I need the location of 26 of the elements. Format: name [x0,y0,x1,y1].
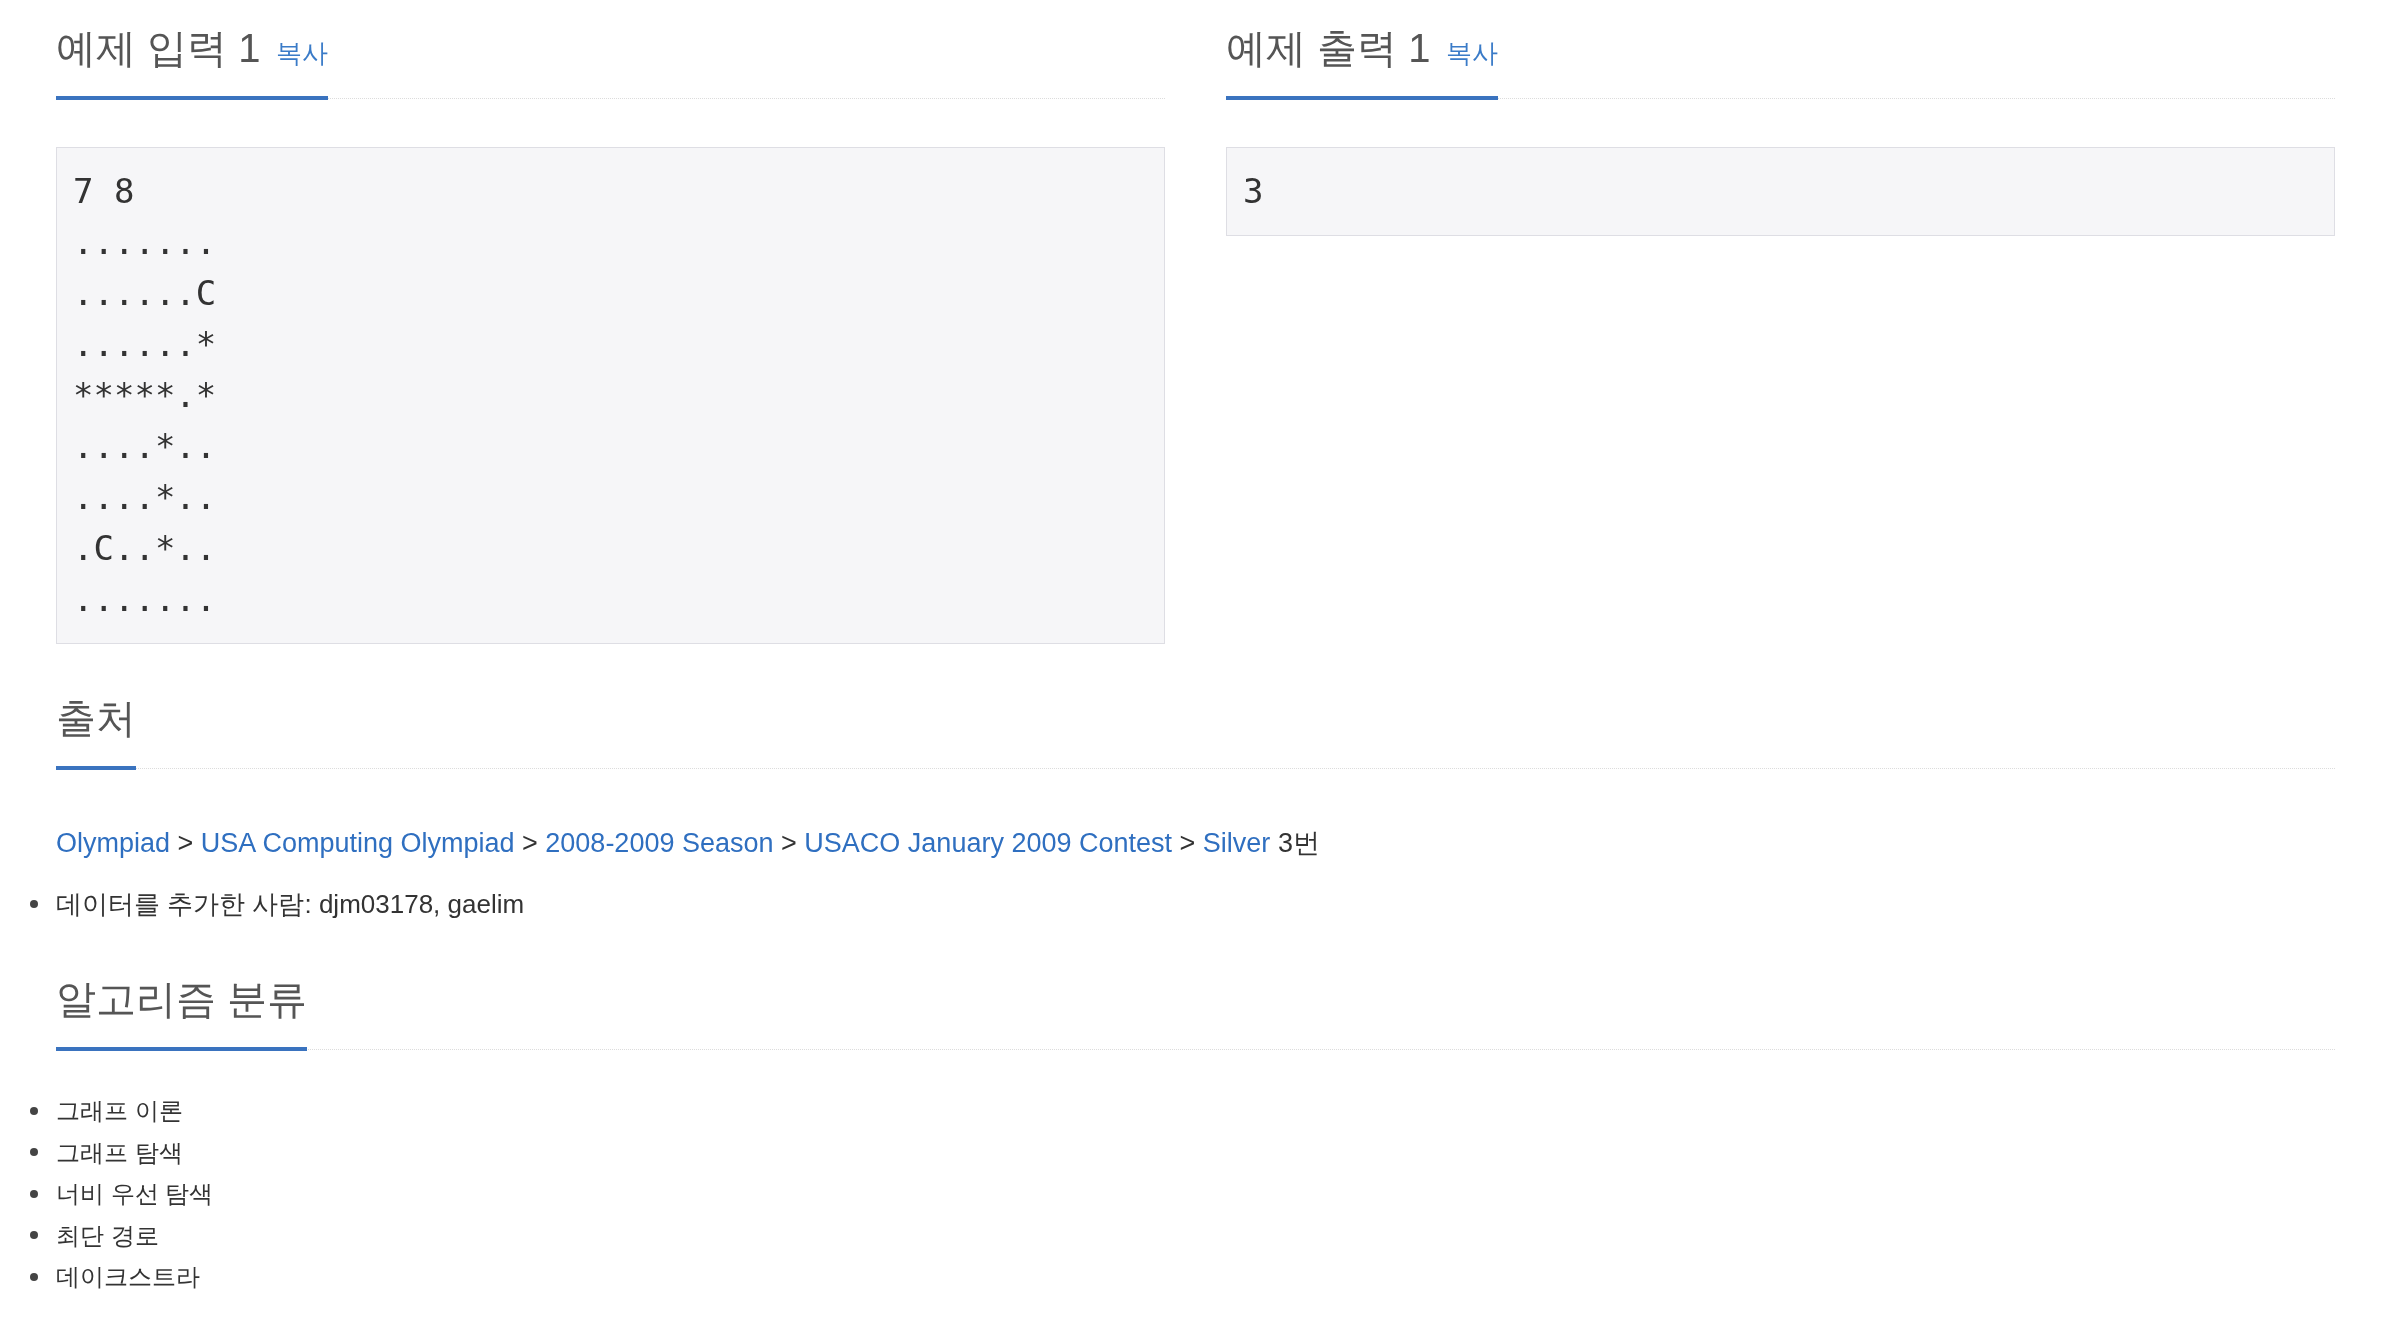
section-title: 알고리즘 분류 [56,976,308,1023]
bullet-icon [30,1106,38,1115]
algorithm-tag: 그래프 탐색 [56,1131,183,1173]
algorithm-tag: 너비 우선 탐색 [56,1173,214,1215]
copy-link[interactable]: 복사 [276,36,329,71]
sample-output-block: 3 [1226,147,2335,236]
bullet-icon [30,1231,38,1240]
source-link[interactable]: 2008-2009 Season [545,828,774,858]
source-link[interactable]: Silver [1202,828,1271,858]
copy-link[interactable]: 복사 [1446,36,1499,71]
source-link[interactable]: Olympiad [56,828,171,858]
bullet-icon [30,1148,38,1157]
bullet-icon [30,1272,38,1281]
bullet-icon [30,1189,38,1198]
section-title: 출처 [56,695,136,742]
algorithm-tag: 그래프 이론 [56,1090,183,1132]
bullet-icon [30,900,38,908]
section-title: 예제 입력 1 [56,25,261,72]
algorithm-tag: 데이크스트라 [56,1256,200,1298]
source-link[interactable]: USACO January 2009 Contest [804,828,1173,858]
algorithm-tag: 최단 경로 [56,1214,159,1256]
sample-input-block: 7 8 ....... ......C ......* *****.* ....*.. ....*.. .C..*.. ....... [56,147,1165,644]
section-title: 예제 출력 1 [1226,25,1431,72]
source-line: Olympiad > USA Computing Olympiad > 2008-2009 Season > USACO January 2009 Contest > Silver 3번 [56,827,1321,860]
source-link[interactable]: USA Computing Olympiad [200,828,515,858]
note-text: 데이터를 추가한 사람: djm03178, gaelim [56,888,525,921]
